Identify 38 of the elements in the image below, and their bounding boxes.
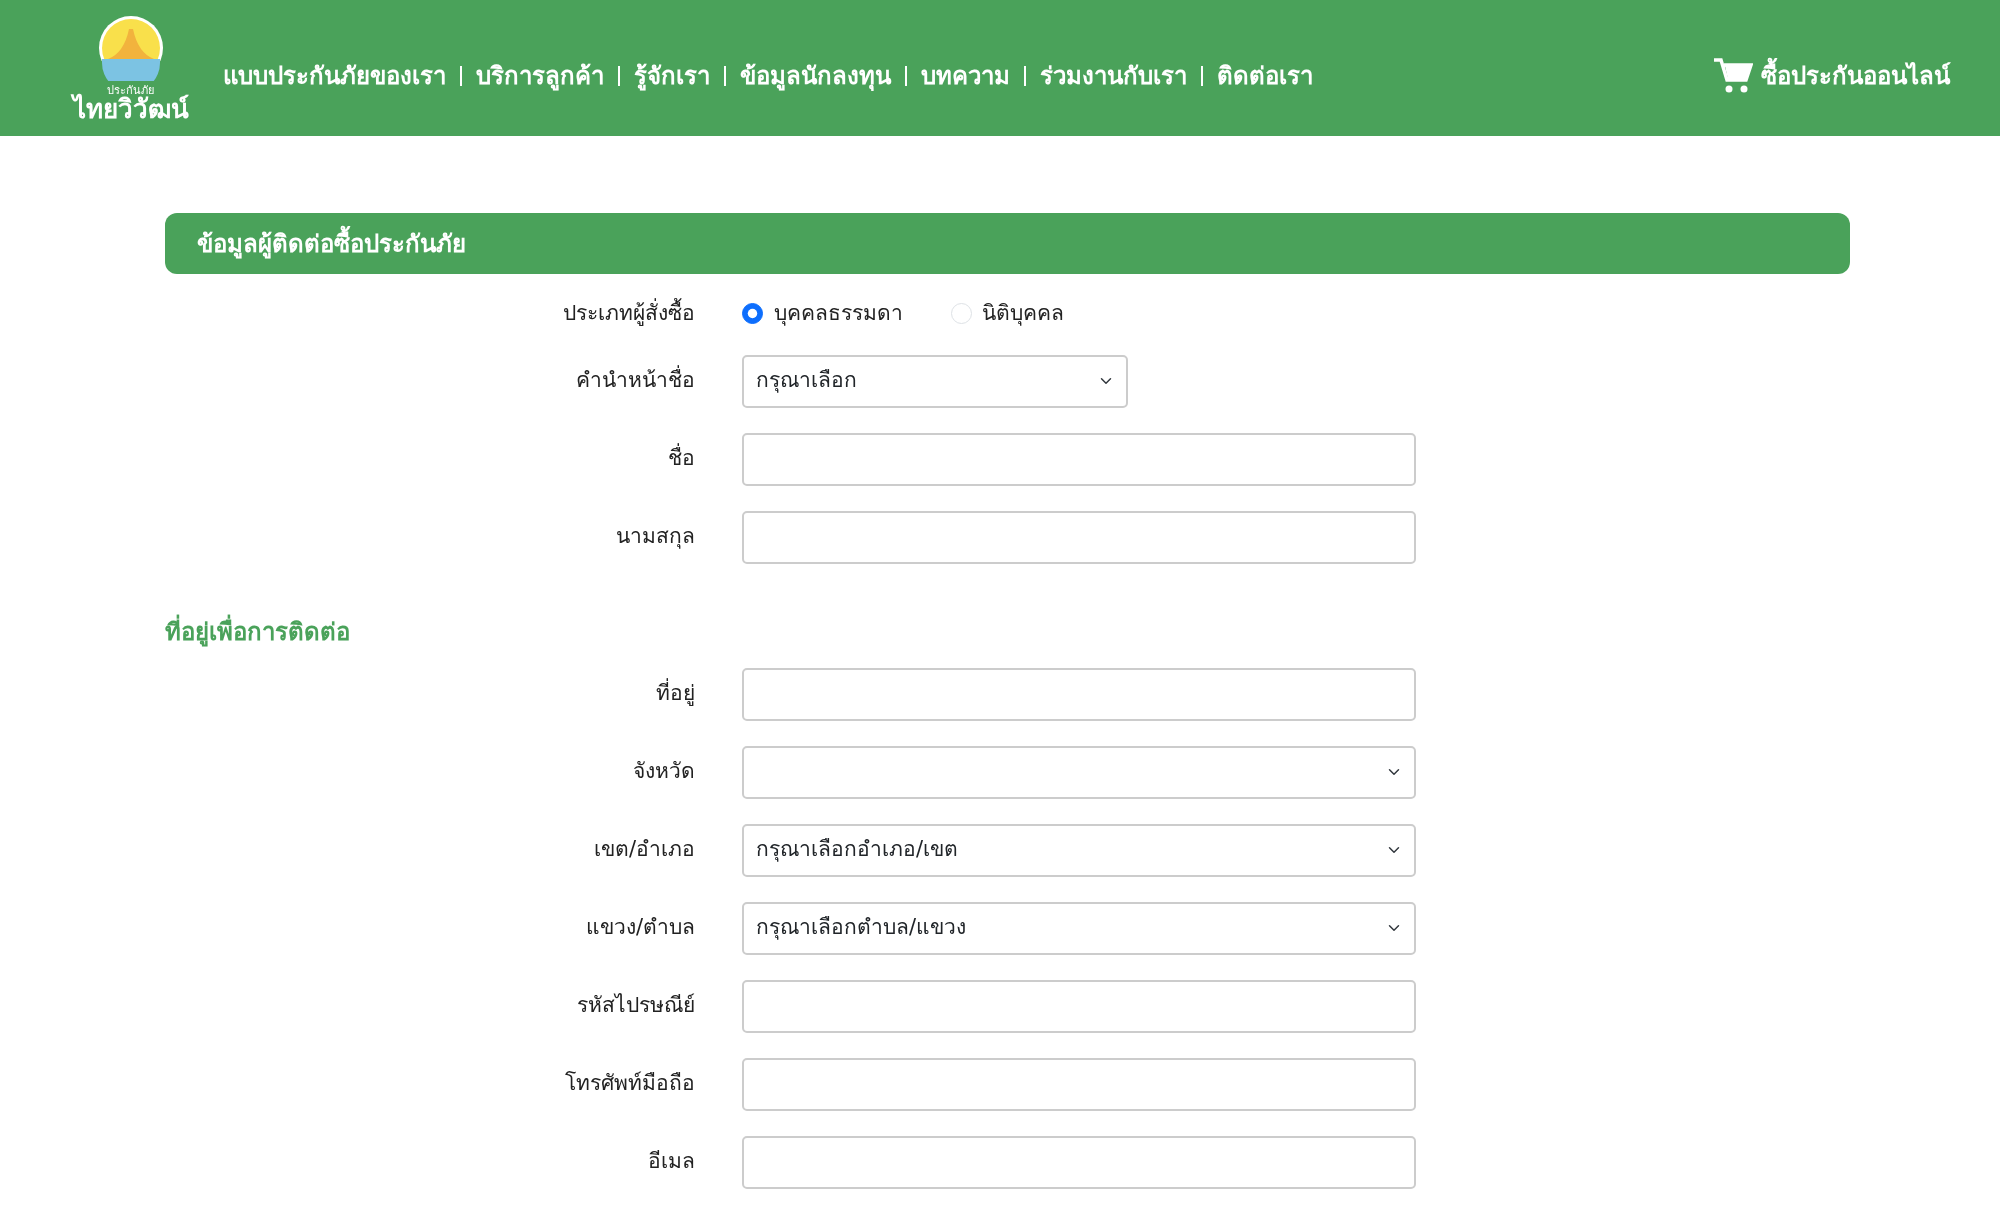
field-label: ชื่อ [165,443,695,475]
logo-caption: ประกันภัย [107,84,154,96]
field-label: ประเภทผู้สั่งซื้อ [165,298,695,330]
dropdown-field[interactable]: กรุณาเลือกอำเภอ/เขต [742,823,1416,877]
field-label: จังหวัด [632,758,695,786]
field-label: โทรศัพท์มือถือ [564,1070,695,1098]
logo-emblem-icon [97,14,164,81]
nav-link[interactable]: รู้จักเรา [620,58,724,94]
field-label: ที่อยู่ [165,678,695,710]
nav-link[interactable]: บทความ [907,58,1024,94]
field-label: แขวง/ตำบล [584,914,695,942]
dropdown-field[interactable] [742,745,1416,799]
nav-link[interactable]: แบบประกันภัยของเรา [209,58,460,94]
radio-button[interactable] [742,303,763,325]
nav-link[interactable]: ข้อมูลนักลงทุน [726,58,905,94]
field-label: นามสกุล [615,523,695,551]
text-input-field[interactable] [742,979,1416,1033]
dropdown-field[interactable]: กรุณาเลือก [742,354,1128,408]
field-label: อีเมล [647,1148,695,1176]
nav-link[interactable]: ร่วมงานกับเรา [1026,58,1201,94]
text-input-field[interactable] [742,1057,1416,1111]
text-input-field[interactable] [742,432,1416,486]
radio-label[interactable]: นิติบุคคล [982,298,1064,330]
cart-icon [1713,57,1753,95]
text-input-field[interactable] [742,1135,1416,1189]
nav-link[interactable]: บริการลูกค้า [462,58,618,94]
nav-link[interactable]: ติดต่อเรา [1203,58,1327,94]
text-input-field[interactable] [742,510,1416,564]
form-title-bar: ข้อมูลผู้ติดต่อซื้อประกันภัย [165,213,1850,274]
logo-wordmark: ไทยวิวัฒน์ [72,95,189,122]
text-input-field[interactable] [742,667,1416,721]
section-heading: ที่อยู่เพื่อการติดต่อ [165,613,1850,650]
field-label: คำนำหน้าชื่อ [165,365,695,397]
field-label: รหัสไปรษณีย์ [576,992,695,1020]
cart-link[interactable]: ซื้อประกันออนไลน์ [1713,41,1950,95]
dropdown-field[interactable]: กรุณาเลือกตำบล/แขวง [742,901,1416,955]
radio-label[interactable]: บุคคลธรรมดา [773,298,903,330]
field-label: เขต/อำเภอ [592,836,695,864]
